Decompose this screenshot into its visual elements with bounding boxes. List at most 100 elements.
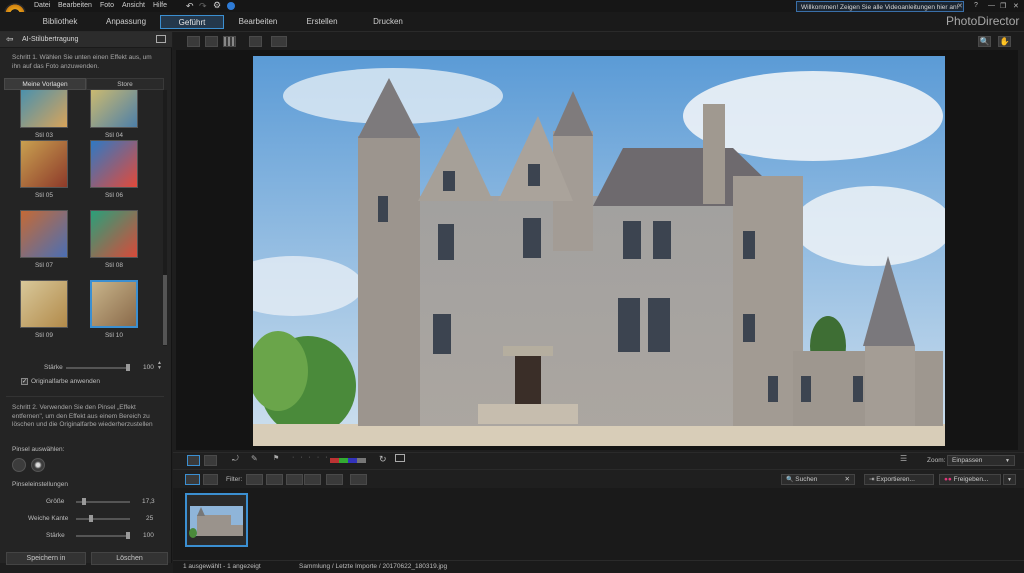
style-grid: Stil 03 Stil 04 Stil 05 Stil 06 Stil 07 Stil … xyxy=(4,90,162,346)
pan-hand-icon[interactable]: ✋ xyxy=(998,36,1011,47)
style-thumbnail[interactable] xyxy=(20,140,68,188)
single-view-icon[interactable] xyxy=(187,36,200,47)
style-thumbnail[interactable] xyxy=(90,140,138,188)
style-thumbnail[interactable] xyxy=(20,90,68,128)
brush-strength-slider-track[interactable] xyxy=(76,535,130,537)
brush-hard-button[interactable] xyxy=(12,458,26,472)
filmstrip-thumbnail[interactable] xyxy=(185,493,248,547)
search-clear-icon[interactable]: ✕ xyxy=(845,475,850,485)
panel-popout-icon[interactable] xyxy=(156,35,166,43)
strength-label: Stärke xyxy=(44,364,63,371)
export-button[interactable]: ⇥ Exportieren... xyxy=(864,474,934,485)
list-view-icon[interactable] xyxy=(203,474,218,485)
style-label: Stil 07 xyxy=(34,262,54,269)
brush-strength-value: 100 xyxy=(143,532,154,539)
style-label: Stil 06 xyxy=(104,192,124,199)
rating-dots-icon[interactable]: · · · · · xyxy=(292,454,329,461)
filter-people-icon[interactable] xyxy=(246,474,263,485)
style-label: Stil 05 xyxy=(34,192,54,199)
brush-size-label: Größe xyxy=(46,498,65,505)
save-to-button[interactable]: Speichern in xyxy=(6,552,86,565)
help-button[interactable]: ? xyxy=(974,2,978,9)
refresh-icon[interactable]: ↻ xyxy=(379,454,387,465)
tab-bibliothek[interactable]: Bibliothek xyxy=(28,15,92,29)
filter-label: Filter: xyxy=(226,476,243,483)
update-icon[interactable] xyxy=(227,2,235,10)
search-icon: 🔍 xyxy=(786,477,794,483)
strength-slider-track[interactable] xyxy=(66,367,130,369)
tab-bearbeiten[interactable]: Bearbeiten xyxy=(226,15,290,29)
close-button[interactable]: ✕ xyxy=(1013,2,1019,10)
share-dropdown-icon[interactable]: ▼ xyxy=(1003,474,1016,485)
export-options-icon[interactable] xyxy=(350,474,367,485)
minimize-button[interactable]: — xyxy=(988,2,995,9)
search-field[interactable]: 🔍 Suchen ✕ xyxy=(781,474,855,485)
filter-select-icon[interactable] xyxy=(266,474,283,485)
single-layout-icon[interactable] xyxy=(187,455,200,466)
flag-icon[interactable]: ⚑ xyxy=(273,454,279,462)
filter-brush-icon[interactable] xyxy=(286,474,303,485)
styles-scrollbar-thumb[interactable] xyxy=(163,275,167,345)
restore-button[interactable]: ❐ xyxy=(1000,2,1006,10)
sort-order-icon[interactable] xyxy=(326,474,343,485)
tab-my-templates[interactable]: Meine Vorlagen xyxy=(4,78,86,90)
rotate-icon[interactable]: ⤾ xyxy=(232,454,239,464)
photo-view-icon[interactable] xyxy=(205,36,218,47)
compare-view-icon[interactable] xyxy=(249,36,262,47)
menu-foto[interactable]: Foto xyxy=(100,2,114,9)
original-color-checkbox[interactable]: ✓ xyxy=(21,378,28,385)
undo-icon[interactable]: ↶ xyxy=(186,1,194,12)
brand-name: PhotoDirector xyxy=(946,14,1020,28)
thumbnail-image xyxy=(187,495,246,545)
sort-icon[interactable]: ☰ xyxy=(900,454,907,463)
style-thumbnail[interactable] xyxy=(90,90,138,128)
tab-drucken[interactable]: Drucken xyxy=(356,15,420,29)
brush-tool-icon[interactable]: ✎ xyxy=(251,454,258,463)
settings-gear-icon[interactable]: ⚙ xyxy=(213,0,221,11)
filter-more-icon[interactable] xyxy=(304,474,321,485)
grid-view-icon[interactable] xyxy=(223,36,236,47)
crop-icon[interactable] xyxy=(395,454,405,462)
strength-spinner-icon[interactable]: ▲ ▼ xyxy=(157,361,162,371)
filmstrip-view-icon[interactable] xyxy=(185,474,200,485)
notice-close-icon[interactable]: ✕ xyxy=(957,2,963,10)
menu-hilfe[interactable]: Hilfe xyxy=(153,2,167,9)
menu-bearbeiten[interactable]: Bearbeiten xyxy=(58,2,92,9)
tab-anpassung[interactable]: Anpassung xyxy=(94,15,158,29)
main-photo[interactable] xyxy=(253,56,945,446)
file-path: Sammlung / Letzte Importe / 20170622_180… xyxy=(299,563,448,570)
brush-soft-button[interactable] xyxy=(31,458,45,472)
delete-button[interactable]: Löschen xyxy=(91,552,168,565)
feather-slider-track[interactable] xyxy=(76,518,130,520)
style-label: Stil 03 xyxy=(34,132,54,139)
tab-erstellen[interactable]: Erstellen xyxy=(290,15,354,29)
brush-strength-slider-knob[interactable] xyxy=(126,532,130,539)
style-label: Stil 04 xyxy=(104,132,124,139)
zoom-dropdown[interactable]: Einpassen ▼ xyxy=(947,455,1015,466)
redo-icon[interactable]: ↷ xyxy=(199,1,207,12)
welcome-notice-text: Willkommen! Zeigen Sie alle Videoanleitu… xyxy=(801,4,959,11)
feather-value: 25 xyxy=(146,515,154,522)
split-layout-icon[interactable] xyxy=(204,455,217,466)
back-arrow-icon[interactable]: ⇦ xyxy=(6,34,14,45)
original-color-label: Originalfarbe anwenden xyxy=(31,378,101,385)
display-options-icon[interactable] xyxy=(271,36,287,47)
style-thumbnail[interactable] xyxy=(90,280,138,328)
style-thumbnail[interactable] xyxy=(20,280,68,328)
share-button[interactable]: ●● Freigeben... xyxy=(939,474,1001,485)
style-thumbnail[interactable] xyxy=(20,210,68,258)
menu-ansicht[interactable]: Ansicht xyxy=(122,2,145,9)
tab-store[interactable]: Store xyxy=(86,78,164,90)
color-labels-icon[interactable] xyxy=(330,458,366,463)
zoom-value: Einpassen xyxy=(952,457,983,464)
search-placeholder: Suchen xyxy=(795,476,818,483)
menu-datei[interactable]: Datei xyxy=(34,2,50,9)
welcome-notice[interactable]: Willkommen! Zeigen Sie alle Videoanleitu… xyxy=(796,1,964,12)
strength-slider-knob[interactable] xyxy=(126,364,130,371)
tab-gefuehrt[interactable]: Geführt xyxy=(160,15,224,29)
zoom-tool-icon[interactable]: 🔍 xyxy=(978,36,991,47)
style-thumbnail[interactable] xyxy=(90,210,138,258)
style-label: Stil 09 xyxy=(34,332,54,339)
feather-slider-knob[interactable] xyxy=(88,515,93,522)
brush-size-slider-knob[interactable] xyxy=(82,498,86,505)
